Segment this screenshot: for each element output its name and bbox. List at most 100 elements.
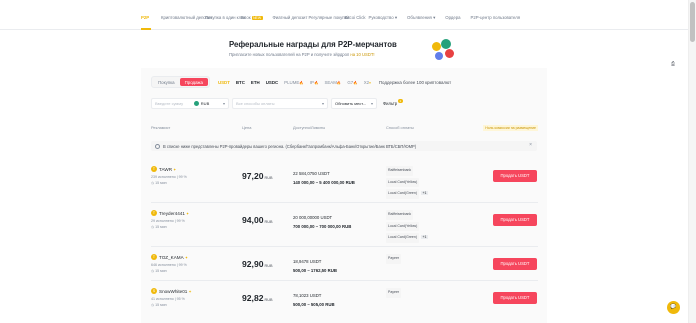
coin-tab[interactable]: X2▾: [364, 80, 371, 85]
header-advertiser: Рекламист: [151, 125, 171, 130]
more-payments-badge[interactable]: +1: [420, 235, 428, 239]
nav-item[interactable]: Объявления ▾: [407, 15, 435, 20]
advertiser-name-line[interactable]: T TOZ_KAMA ✦: [151, 254, 188, 260]
hot-icon: 🔥: [299, 80, 304, 85]
advertiser-name[interactable]: Treyder4441: [159, 211, 185, 216]
payment-tag: Local Card(Yellow): [386, 177, 420, 187]
payment-method-select[interactable]: Все способы оплаты ▾: [232, 97, 328, 109]
payment-tag: Raiffeisenbank: [386, 166, 414, 176]
available-limits: 22 584,0750 USDT 140 000,00 – 5 400 000,0…: [293, 169, 355, 187]
buy-tab[interactable]: Покупка: [153, 78, 180, 86]
nav-item-label: Криптовалютный депозит: [161, 15, 213, 20]
sell-tab[interactable]: Продажа: [179, 78, 208, 86]
zero-fee-badge: Ноль комиссии на размещение: [483, 125, 538, 131]
hot-icon: 🔥: [313, 80, 319, 85]
amount-placeholder: Введите сумму: [155, 100, 184, 106]
coin-tab-label: ETH: [250, 79, 260, 85]
refresh-select[interactable]: Обновить мест... ▾: [331, 97, 377, 109]
response-time: ◷ 15 мин: [151, 181, 187, 185]
response-time-text: 15 мин: [155, 303, 167, 307]
close-icon[interactable]: ×: [529, 142, 532, 148]
nav-item-label: P2P-центр пользователя: [470, 15, 521, 20]
payment-tag: Local Card(Yellow): [386, 221, 420, 231]
advertiser-name-line[interactable]: T Treyder4441 ✦: [151, 210, 189, 216]
coin-tab[interactable]: USDT: [218, 80, 230, 85]
avatar: S: [151, 288, 157, 294]
sell-usdt-button[interactable]: Продать USDT: [493, 214, 537, 226]
sell-usdt-button[interactable]: Продать USDT: [493, 258, 537, 270]
advertiser-name[interactable]: SnowWhite01: [159, 289, 187, 294]
rub-currency-icon: [193, 100, 199, 106]
limit-range: 140 000,00 – 5 400 000,00 RUB: [293, 180, 355, 185]
advertiser: T TAWR ✦ 239 исполнено | 99 % ◷ 15 мин: [151, 166, 187, 185]
sell-usdt-button[interactable]: Продать USDT: [493, 292, 537, 304]
notice-text: В списке ниже представлены P2P-провайдер…: [163, 143, 417, 149]
refresh-value: Обновить мест...: [335, 100, 366, 106]
payment-methods: Raiffeisenbank Local Card(Yellow) Local Ca…: [386, 210, 428, 245]
coin-tab[interactable]: BTC: [236, 80, 245, 85]
nav-item-label: Руководство: [368, 15, 394, 20]
advertiser-stats: 29 исполнено | 99 %: [151, 219, 185, 223]
coin-tab[interactable]: SEAM🔥: [324, 80, 341, 85]
price-currency: RUB: [264, 264, 273, 268]
response-time-text: 15 мин: [155, 269, 167, 273]
advertiser-name[interactable]: TOZ_KAMA: [159, 255, 184, 260]
document-icon[interactable]: ⎙: [671, 61, 677, 67]
nav-item[interactable]: Криптовалютный депозит: [161, 15, 213, 20]
promo-text[interactable]: Поддержка более 100 криптовалют: [379, 80, 451, 85]
advertiser-name-line[interactable]: S SnowWhite01 ✦: [151, 288, 192, 294]
nav-item[interactable]: Руководство ▾: [369, 15, 397, 20]
chat-support-icon[interactable]: 💬: [667, 301, 680, 314]
referral-banner[interactable]: Реферальные награды для P2P-мерчантов Пр…: [141, 36, 547, 66]
hot-icon: 🔥: [353, 80, 358, 85]
nav-item[interactable]: Фиатный депозит: [273, 15, 308, 20]
nav-active-underline: [141, 28, 151, 30]
advertiser: S SnowWhite01 ✦ 41 исполнено | 95 % ◷ 15 мин: [151, 288, 192, 307]
price-currency: RUB: [264, 220, 273, 224]
nav-item[interactable]: P2P-центр пользователя: [470, 15, 521, 20]
coin-tab[interactable]: G7🔥: [347, 80, 357, 85]
advertiser: T Treyder4441 ✦ 29 исполнено | 99 % ◷ 15 мин: [151, 210, 189, 229]
scrollbar-thumb[interactable]: [690, 2, 695, 42]
nav-item[interactable]: Регулярные покупки: [309, 15, 349, 20]
payment-method-line: Local Card(Green) +1: [386, 189, 428, 201]
sell-usdt-button[interactable]: Продать USDT: [493, 170, 537, 182]
nav-item-label: P2P: [141, 15, 150, 20]
chevron-down-icon: ▾: [393, 15, 398, 20]
price: 92,90RUB: [242, 259, 273, 269]
nav-item[interactable]: Bitcoi Click: [345, 15, 366, 20]
coins-illustration: [431, 38, 461, 64]
payment-method-line: Local Card(Yellow): [386, 221, 428, 234]
nav-item[interactable]: Ордера: [445, 15, 460, 20]
advertiser-name-line[interactable]: T TAWR ✦: [151, 166, 187, 172]
chevron-down-icon: ▾: [321, 100, 324, 106]
amount-input[interactable]: Введите сумму RUB ▾: [151, 97, 229, 109]
row-divider: [151, 246, 538, 247]
nav-item[interactable]: Блок NEW: [241, 15, 263, 21]
advertiser-name[interactable]: TAWR: [159, 167, 172, 172]
nav-item[interactable]: P2P: [141, 15, 151, 20]
filter-button[interactable]: Фильтр 1: [383, 98, 403, 106]
nav-item-label: Ордера: [445, 15, 461, 20]
verified-icon: ✦: [173, 166, 177, 172]
coin-tab[interactable]: ETH: [251, 80, 260, 85]
price-value: 92,90: [242, 259, 264, 269]
available-amount: 22 584,0750 USDT: [293, 171, 330, 176]
verified-icon: ✦: [188, 288, 192, 294]
payment-tag: Payeer: [386, 288, 402, 298]
verified-icon: ✦: [185, 210, 190, 216]
avatar: T: [151, 254, 157, 260]
payment-method-line: Local Card(Green) +1: [386, 233, 428, 245]
nav-item-label: Покупка в один клик: [205, 15, 246, 20]
coin-tab-label: PLUME: [284, 79, 300, 85]
hot-icon: ▾: [369, 80, 371, 85]
banner-subtitle-link[interactable]: на 10 USDT!: [350, 52, 374, 57]
payment-tag: Payeer: [386, 254, 402, 264]
coin-tab[interactable]: USDC: [266, 80, 278, 85]
nav-item[interactable]: Покупка в один клик: [205, 15, 246, 20]
coin-tab[interactable]: PLUME🔥: [284, 80, 304, 85]
scrollbar[interactable]: [688, 0, 696, 323]
verified-icon: ✦: [184, 254, 189, 260]
more-payments-badge[interactable]: +1: [420, 191, 428, 195]
coin-tab[interactable]: IP🔥: [310, 80, 319, 85]
